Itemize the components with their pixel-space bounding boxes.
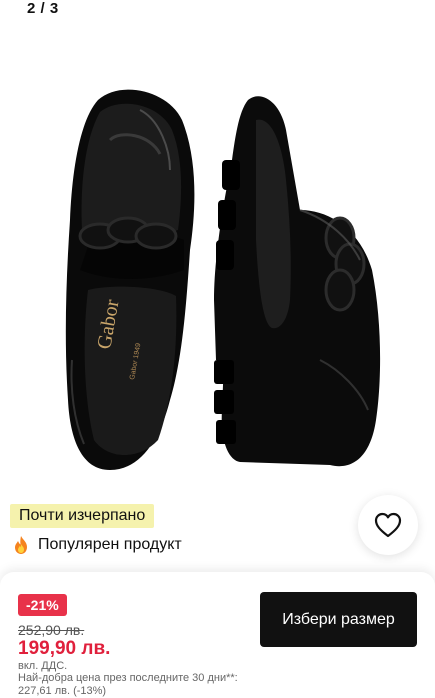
low-stock-badge: Почти изчерпано — [10, 504, 155, 528]
product-gallery[interactable]: 2 / 3 Gabor Gabor 1949 — [0, 0, 435, 572]
best-price-label: Най-добра цена през последните 30 дни**: — [18, 672, 238, 684]
left-shoe: Gabor Gabor 1949 — [65, 89, 195, 470]
heart-outline-icon — [374, 512, 402, 538]
image-counter: 2 / 3 — [27, 0, 59, 17]
current-price: 199,90 лв. — [18, 638, 111, 659]
old-price: 252,90 лв. — [18, 622, 85, 638]
wishlist-button[interactable] — [358, 495, 418, 555]
purchase-sheet: -21% 252,90 лв. 199,90 лв. вкл. ДДС. Най… — [0, 572, 435, 698]
popular-label: Популярен продукт — [38, 536, 182, 553]
vat-note: вкл. ДДС. — [18, 660, 68, 672]
right-shoe — [214, 96, 381, 467]
select-size-button[interactable]: Избери размер — [260, 592, 417, 647]
discount-badge: -21% — [18, 594, 67, 616]
popular-badge: Популярен продукт — [12, 533, 182, 557]
product-image[interactable]: Gabor Gabor 1949 — [0, 60, 435, 490]
best-price-value: 227,61 лв. (-13%) — [18, 685, 107, 697]
flame-icon — [15, 536, 27, 554]
